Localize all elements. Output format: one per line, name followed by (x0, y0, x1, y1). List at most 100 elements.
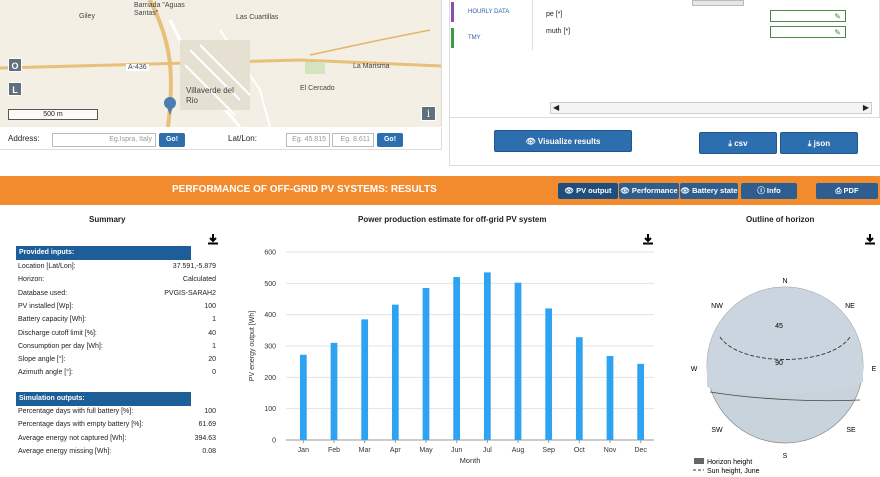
lat-input[interactable]: Eg. 45.815 (286, 133, 330, 147)
direction-s: S (783, 453, 788, 460)
table-row: Discharge cutoff limit [%]: 40 (16, 327, 216, 340)
info-button[interactable]: ⓘ Info (741, 183, 797, 199)
direction-w: W (691, 366, 698, 373)
legend-horizon-swatch (694, 458, 704, 464)
direction-e: E (872, 366, 877, 373)
address-label: Address: (8, 134, 40, 143)
road-label: A-436 (126, 64, 149, 71)
row-label: Location [Lat/Lon]: (18, 263, 76, 270)
lon-input[interactable]: Eg. 8.611 (332, 133, 374, 147)
outputs-table-header: Simulation outputs: (16, 392, 191, 406)
scroll-left-icon[interactable]: ◀ (553, 103, 559, 112)
tab-tmy[interactable]: TMY (468, 35, 481, 41)
bar-sep[interactable] (545, 308, 553, 440)
partial-button[interactable] (692, 0, 744, 6)
divider (532, 0, 533, 50)
table-row: Location [Lat/Lon]: 37.591,-5.879 (16, 260, 216, 273)
x-tick-label: Oct (574, 447, 585, 454)
bar-mar[interactable] (361, 319, 369, 440)
bar-jan[interactable] (299, 354, 307, 440)
map-layer-button-l[interactable]: L (8, 82, 22, 96)
json-download-button[interactable]: ⤓ json (780, 132, 858, 154)
map-scale-bar: 500 m (8, 109, 98, 120)
ring-label-45: 45 (775, 323, 783, 330)
row-value: 100 (204, 408, 216, 415)
address-go-button[interactable]: Go! (159, 133, 185, 147)
legend-sun-label: Sun height, June (707, 468, 760, 475)
horizon-area (707, 287, 863, 394)
x-tick-label: Sep (542, 447, 555, 454)
scroll-right-icon[interactable]: ▶ (863, 103, 869, 112)
tab-marker (451, 2, 454, 22)
bar-jun[interactable] (453, 277, 461, 440)
y-tick-label: 0 (272, 438, 276, 445)
x-tick-label: Jun (451, 447, 462, 454)
row-label: PV installed [Wp]: (18, 302, 74, 310)
muth-input[interactable]: ✎ (770, 26, 846, 38)
x-tick-label: Mar (359, 447, 372, 454)
tab-hourly-data[interactable]: HOURLY DATA (468, 9, 509, 15)
row-value: 100 (204, 302, 216, 310)
table-row: Consumption per day [Wh]: 1 (16, 340, 216, 353)
bar-nov[interactable] (606, 356, 614, 440)
pe-input[interactable]: ✎ (770, 10, 846, 22)
table-row: Slope angle [°]: 20 (16, 353, 216, 366)
row-label: Percentage days with empty battery [%]: (18, 421, 144, 429)
horizon-title: Outline of horizon (746, 215, 815, 224)
bar-apr[interactable] (391, 304, 399, 440)
horizon-polar-chart: N NE E SE S SW W NW 45 90 Horizon height… (691, 278, 877, 475)
tab-pv-output[interactable]: 👁 PV output (558, 183, 618, 199)
pdf-button[interactable]: ⎙ PDF (816, 183, 878, 199)
row-value: PVGIS-SARAH2 (164, 289, 216, 297)
table-row: Percentage days with full battery [%]: 10… (16, 405, 216, 418)
map-info-button[interactable]: i (421, 106, 436, 121)
direction-sw: SW (711, 427, 723, 434)
options-panel: HOURLY DATA TMY pe [*] muth [*] ✎ ✎ ◀ ▶ (449, 0, 880, 118)
row-label: Azimuth angle [°]: (18, 369, 73, 377)
summary-download-icon[interactable] (207, 233, 219, 245)
x-axis-label: Month (460, 456, 481, 465)
latlon-go-button[interactable]: Go! (377, 133, 403, 147)
csv-download-button[interactable]: ⤓ csv (699, 132, 777, 154)
tab-battery-state[interactable]: 👁 Battery state (680, 183, 738, 199)
eye-icon: 👁 (564, 186, 574, 195)
x-tick-label: Apr (390, 447, 402, 454)
visualize-label: Visualize results (537, 137, 601, 146)
y-tick-label: 300 (264, 344, 276, 351)
bar-feb[interactable] (330, 342, 338, 440)
row-value: 61.69 (198, 421, 216, 429)
row-value: 1 (212, 342, 216, 350)
direction-nw: NW (711, 303, 723, 310)
y-tick-label: 400 (264, 312, 276, 319)
direction-ne: NE (845, 303, 855, 310)
bar-jul[interactable] (483, 272, 491, 440)
x-tick-label: Jan (298, 447, 309, 454)
table-row: PV installed [Wp]: 100 (16, 300, 216, 313)
y-tick-label: 500 (264, 281, 276, 288)
tab-performance[interactable]: 👁 Performance (619, 183, 679, 199)
bar-dec[interactable] (637, 363, 645, 440)
row-label: Discharge cutoff limit [%]: (18, 329, 97, 337)
field-label: pe [*] (546, 11, 563, 18)
visualize-results-button[interactable]: 👁 Visualize results (494, 130, 632, 152)
horizontal-scrollbar[interactable]: ◀ ▶ (550, 102, 872, 114)
inputs-table-header: Provided inputs: (16, 246, 191, 260)
y-tick-label: 200 (264, 375, 276, 382)
map-layer-button-o[interactable]: O (8, 58, 22, 72)
location-map[interactable]: Giley Barriada "Aguas Santas" Las Cuarti… (0, 0, 442, 127)
y-tick-label: 600 (264, 250, 276, 257)
y-axis-label: PV energy output [Wh] (249, 311, 256, 381)
x-tick-label: Feb (328, 447, 340, 454)
edit-icon: ✎ (834, 12, 841, 21)
row-label: Average energy not captured [Wh]: (18, 434, 127, 442)
horizon-download-icon[interactable] (864, 233, 876, 245)
address-input[interactable]: Eg.Ispra, Italy (52, 133, 156, 147)
map-place-label: Giley (79, 13, 95, 20)
bar-aug[interactable] (514, 282, 522, 440)
results-header-bar: PERFORMANCE OF OFF-GRID PV SYSTEMS: RESU… (0, 176, 880, 205)
row-label: Slope angle [°]: (18, 356, 66, 364)
tab-label: PV output (576, 186, 612, 195)
bar-may[interactable] (422, 288, 430, 440)
bar-oct[interactable] (575, 337, 583, 440)
ring-label-90: 90 (775, 360, 783, 367)
